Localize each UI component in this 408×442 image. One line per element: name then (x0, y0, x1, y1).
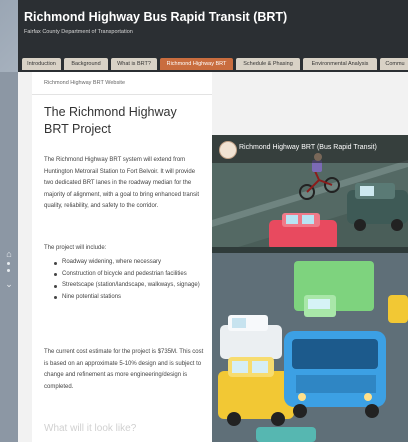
divider (32, 94, 212, 95)
tab-introduction[interactable]: Introduction (22, 58, 61, 70)
list-item: Construction of bicycle and pedestrian f… (54, 269, 204, 281)
tab-what-is-brt[interactable]: What is BRT? (111, 58, 157, 70)
page-title: Richmond Highway Bus Rapid Transit (BRT) (24, 10, 288, 24)
breadcrumb[interactable]: Richmond Highway BRT Website (44, 80, 125, 86)
video-title[interactable]: Richmond Highway BRT (Bus Rapid Transit) (239, 144, 377, 151)
chevron-down-icon[interactable]: ⌄ (3, 278, 15, 290)
county-seal-icon (219, 141, 237, 159)
cost-paragraph: The current cost estimate for the projec… (44, 349, 204, 390)
feature-list: Roadway widening, where necessary Constr… (54, 257, 204, 303)
content-column: Richmond Highway BRT Website The Richmon… (32, 72, 212, 442)
list-item: Roadway widening, where necessary (54, 257, 204, 269)
page-subtitle: Fairfax County Department of Transportat… (24, 29, 133, 35)
video-player[interactable]: Richmond Highway BRT (Bus Rapid Transit) (212, 135, 408, 442)
list-item: Nine potential stations (54, 292, 204, 304)
tab-environmental-analysis[interactable]: Environmental Analysis (303, 58, 377, 70)
intro-paragraph: The Richmond Highway BRT system will ext… (44, 157, 200, 209)
video-title-bar: Richmond Highway BRT (Bus Rapid Transit) (212, 135, 408, 163)
list-item: Streetscape (station/landscape, walkways… (54, 280, 204, 292)
app-header: Richmond Highway Bus Rapid Transit (BRT)… (18, 0, 408, 55)
green-truck (294, 261, 374, 317)
tab-richmond-highway-brt[interactable]: Richmond Highway BRT (160, 58, 233, 70)
side-panel: ⌂ ⌄ (0, 72, 18, 442)
subheading: What will it look like? (44, 423, 137, 434)
list-intro: The project will include: (44, 245, 107, 251)
nav-dot[interactable] (7, 269, 10, 272)
brt-bus (284, 331, 386, 418)
green-car (347, 183, 408, 231)
home-icon[interactable]: ⌂ (3, 248, 15, 260)
tab-background[interactable]: Background (64, 58, 108, 70)
tab-schedule-phasing[interactable]: Schedule & Phasing (236, 58, 300, 70)
tab-bar: Introduction Background What is BRT? Ric… (18, 55, 408, 72)
section-heading: The Richmond Highway BRT Project (44, 105, 177, 136)
nav-dot[interactable] (7, 262, 10, 265)
video-illustration (212, 135, 408, 442)
tab-community[interactable]: Commu (380, 58, 408, 70)
